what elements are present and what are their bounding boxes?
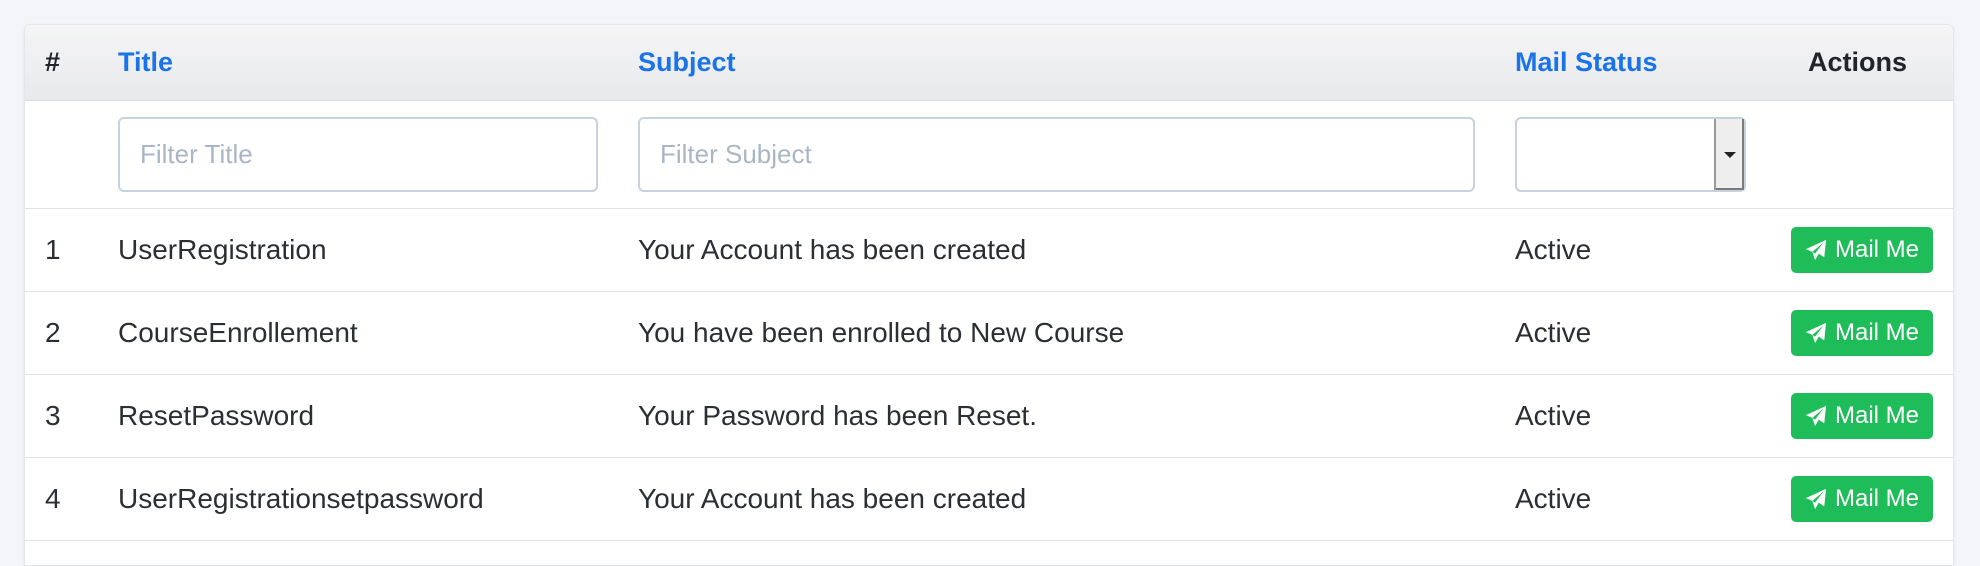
row-subject: You have been enrolled to New Course — [638, 291, 1515, 375]
row-subject: Your Account has been created — [638, 208, 1515, 292]
row-title: UserRegistration — [118, 208, 638, 292]
row-actions: Mail Me — [1762, 208, 1953, 292]
filter-cell-subject — [638, 100, 1515, 209]
header-actions: Actions — [1762, 25, 1953, 101]
email-templates-table: # Title Subject Mail Status Actions Filt… — [25, 25, 1953, 541]
row-title: CourseEnrollement — [118, 291, 638, 375]
paper-plane-icon — [1805, 322, 1827, 344]
mail-me-button[interactable]: Mail Me — [1790, 393, 1933, 439]
row-title: ResetPassword — [118, 374, 638, 458]
row-number: 2 — [25, 291, 118, 375]
table-row: 4 UserRegistrationsetpassword Your Accou… — [25, 457, 1953, 541]
table-row: 1 UserRegistration Your Account has been… — [25, 208, 1953, 292]
mail-me-label: Mail Me — [1834, 236, 1919, 263]
header-title-sort[interactable]: Title — [118, 25, 638, 101]
row-subject: Your Password has been Reset. — [638, 374, 1515, 458]
row-actions: Mail Me — [1762, 374, 1953, 458]
email-templates-card: # Title Subject Mail Status Actions Filt… — [24, 24, 1954, 566]
row-subject: Your Account has been created — [638, 457, 1515, 541]
table-row: 2 CourseEnrollement You have been enroll… — [25, 291, 1953, 375]
mail-me-button[interactable]: Mail Me — [1790, 476, 1933, 522]
subject-filter-input[interactable] — [638, 117, 1475, 192]
row-actions: Mail Me — [1762, 291, 1953, 375]
row-number: 1 — [25, 208, 118, 292]
paper-plane-icon — [1805, 239, 1827, 261]
filter-cell-status — [1515, 100, 1762, 209]
filter-cell-title — [118, 100, 638, 209]
row-status: Active — [1515, 457, 1762, 541]
row-status: Active — [1515, 291, 1762, 375]
mail-me-label: Mail Me — [1834, 485, 1919, 512]
mail-status-filter-select[interactable] — [1515, 117, 1746, 192]
title-filter-input[interactable] — [118, 117, 598, 192]
filter-cell-empty — [25, 100, 118, 209]
row-actions: Mail Me — [1762, 457, 1953, 541]
header-number: # — [25, 25, 118, 101]
table-row: 3 ResetPassword Your Password has been R… — [25, 374, 1953, 458]
header-mail-status-sort[interactable]: Mail Status — [1515, 25, 1762, 101]
mail-me-button[interactable]: Mail Me — [1790, 227, 1933, 273]
mail-me-label: Mail Me — [1834, 402, 1919, 429]
paper-plane-icon — [1805, 405, 1827, 427]
select-dropdown-button[interactable] — [1714, 119, 1744, 190]
filter-cell-actions-empty — [1762, 100, 1953, 209]
filter-row — [25, 100, 1953, 209]
mail-me-button[interactable]: Mail Me — [1790, 310, 1933, 356]
header-subject-sort[interactable]: Subject — [638, 25, 1515, 101]
row-number: 3 — [25, 374, 118, 458]
table-header-row: # Title Subject Mail Status Actions — [25, 25, 1953, 101]
row-status: Active — [1515, 208, 1762, 292]
row-number: 4 — [25, 457, 118, 541]
paper-plane-icon — [1805, 488, 1827, 510]
mail-me-label: Mail Me — [1834, 319, 1919, 346]
row-status: Active — [1515, 374, 1762, 458]
row-title: UserRegistrationsetpassword — [118, 457, 638, 541]
chevron-down-icon — [1724, 151, 1736, 158]
